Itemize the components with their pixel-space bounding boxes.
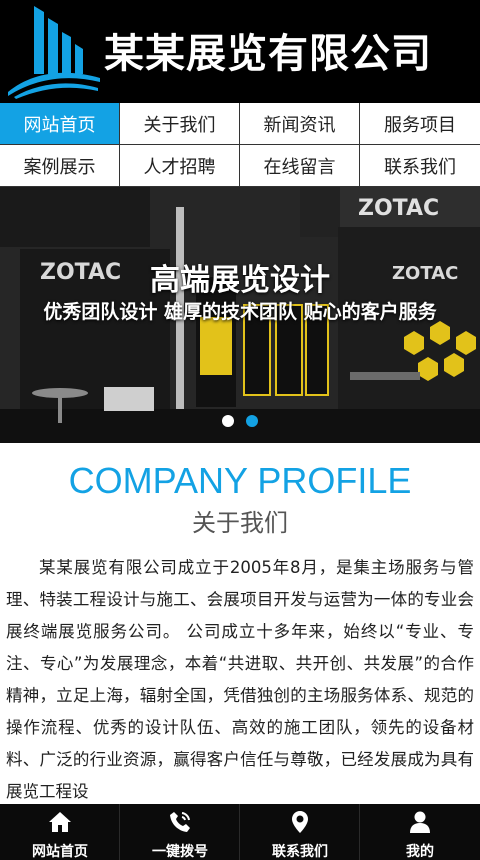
bottom-call-button[interactable]: 一键拨号	[120, 804, 240, 860]
nav-item-cases[interactable]: 案例展示	[0, 145, 120, 187]
nav-item-services[interactable]: 服务项目	[360, 103, 480, 145]
hero-banner[interactable]: ZOTAC ZOTAC ZOTAC 高端展览设计 优秀团队设计 雄厚的技术团队 …	[0, 187, 480, 443]
home-icon	[49, 812, 71, 832]
nav-item-about[interactable]: 关于我们	[120, 103, 240, 145]
profile-heading-en: COMPANY PROFILE	[68, 460, 412, 501]
site-header: 某某展览有限公司	[0, 0, 480, 103]
bottom-profile-label: 我的	[406, 844, 434, 860]
user-icon	[410, 811, 430, 833]
profile-body: 某某展览有限公司成立于2005年8月，是集主场服务与管理、特装工程设计与施工、会…	[6, 558, 474, 801]
nav-item-news[interactable]: 新闻资讯	[240, 103, 360, 145]
building-bars-logo[interactable]	[4, 4, 102, 99]
bottom-contact-button[interactable]: 联系我们	[240, 804, 360, 860]
nav-item-home[interactable]: 网站首页	[0, 103, 120, 145]
bottom-call-label: 一键拨号	[152, 844, 208, 860]
profile-heading-cn: 关于我们	[192, 509, 288, 537]
location-pin-icon	[292, 811, 308, 833]
slide-dot-2[interactable]	[246, 415, 258, 427]
nav-item-careers[interactable]: 人才招聘	[120, 145, 240, 187]
bottom-home-label: 网站首页	[32, 844, 88, 860]
banner-subtitle: 优秀团队设计 雄厚的技术团队 贴心的客户服务	[43, 301, 437, 323]
banner-title: 高端展览设计	[150, 263, 330, 298]
bottom-toolbar: 网站首页 一键拨号 联系我们 我的	[0, 804, 480, 860]
nav-item-contact[interactable]: 联系我们	[360, 145, 480, 187]
bottom-profile-button[interactable]: 我的	[360, 804, 480, 860]
company-name: 某某展览有限公司	[104, 30, 432, 77]
booth-brand-top: ZOTAC	[358, 196, 439, 221]
main-nav: 网站首页 关于我们 新闻资讯 服务项目 案例展示 人才招聘 在线留言 联系我们	[0, 103, 480, 187]
phone-icon	[170, 812, 190, 832]
bottom-contact-label: 联系我们	[272, 844, 328, 860]
bottom-home-button[interactable]: 网站首页	[0, 804, 120, 860]
slide-dot-1[interactable]	[222, 415, 234, 427]
nav-item-message[interactable]: 在线留言	[240, 145, 360, 187]
